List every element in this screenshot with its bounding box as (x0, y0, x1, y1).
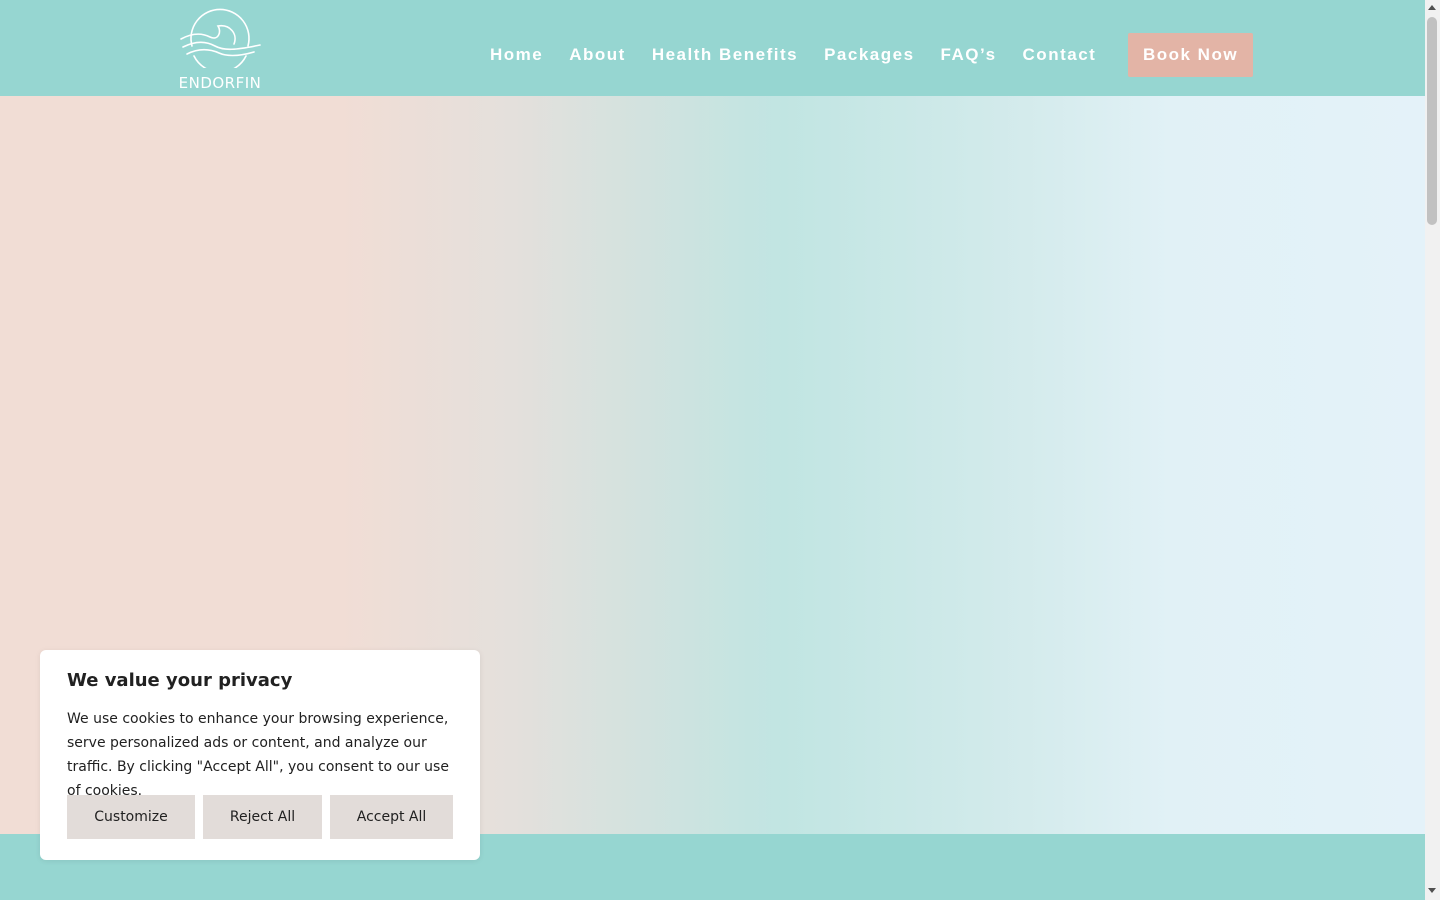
nav-contact[interactable]: Contact (1023, 45, 1097, 65)
reject-all-button[interactable]: Reject All (203, 795, 322, 839)
page-scrollbar[interactable] (1425, 0, 1440, 900)
wave-logo-icon (180, 8, 261, 68)
scroll-up-arrow-icon[interactable] (1428, 5, 1436, 10)
endorfin-logo[interactable]: ENDORFIN (172, 4, 268, 92)
cookie-title: We value your privacy (67, 670, 293, 691)
nav-about[interactable]: About (569, 45, 626, 65)
main-nav: Home About Health Benefits Packages FAQ’… (490, 33, 1122, 77)
cookie-description: We use cookies to enhance your browsing … (67, 711, 449, 799)
accept-all-button[interactable]: Accept All (330, 795, 453, 839)
book-now-button[interactable]: Book Now (1128, 33, 1253, 77)
logo-text: ENDORFIN (178, 74, 262, 92)
nav-home[interactable]: Home (490, 45, 543, 65)
cookie-consent-banner: We value your privacy We use cookies to … (40, 650, 480, 860)
scroll-down-arrow-icon[interactable] (1428, 888, 1436, 893)
nav-packages[interactable]: Packages (824, 45, 914, 65)
nav-faqs[interactable]: FAQ’s (941, 45, 997, 65)
scrollbar-thumb[interactable] (1427, 17, 1437, 225)
nav-health-benefits[interactable]: Health Benefits (652, 45, 798, 65)
customize-button[interactable]: Customize (67, 795, 195, 839)
site-header: ENDORFIN Home About Health Benefits Pack… (0, 0, 1425, 96)
